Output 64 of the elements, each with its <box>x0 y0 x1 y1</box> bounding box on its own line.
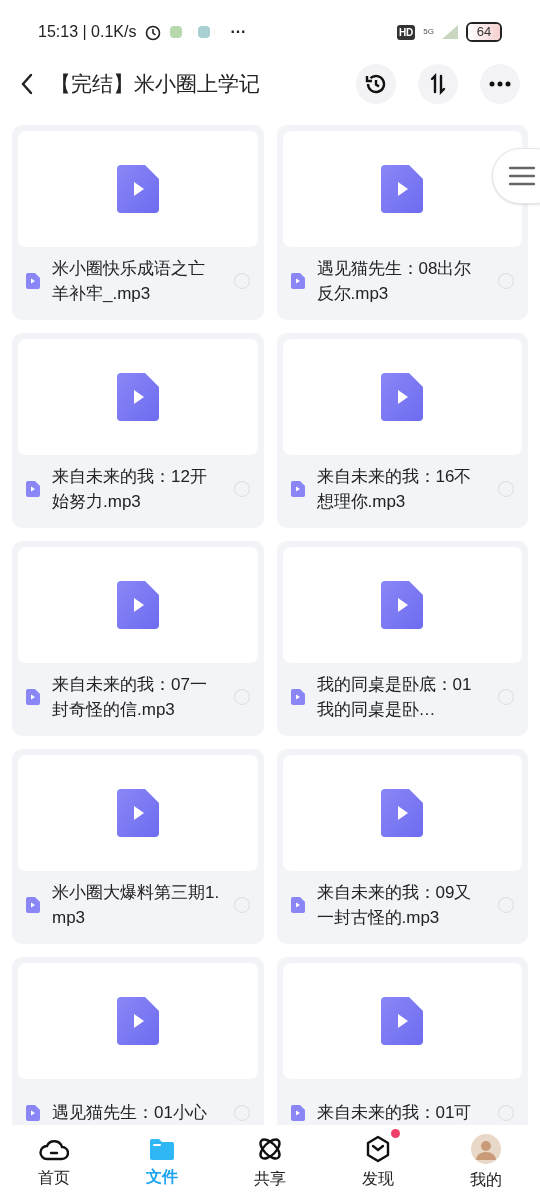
history-icon <box>364 72 388 96</box>
more-notifications: ··· <box>230 22 247 42</box>
file-card[interactable]: 来自未来的我：01可 <box>276 957 528 1125</box>
audio-file-icon <box>381 373 424 421</box>
audio-file-icon <box>26 896 40 913</box>
audio-file-icon <box>116 373 159 421</box>
file-name: 遇见猫先生：01小心 <box>52 1102 208 1124</box>
file-card[interactable]: 来自未来的我：16不想理你.mp3 <box>276 333 528 528</box>
app-icon <box>198 26 211 38</box>
alarm-icon <box>144 23 163 41</box>
file-card[interactable]: 米小圈大爆料第三期1.mp3 <box>12 749 264 944</box>
audio-file-icon <box>290 896 305 913</box>
audio-file-icon <box>26 1104 40 1121</box>
more-button[interactable] <box>480 64 520 104</box>
audio-file-icon <box>381 997 424 1045</box>
file-card[interactable]: 我的同桌是卧底：01我的同桌是卧… <box>276 541 528 736</box>
page-title: 【完结】米小圈上学记 <box>50 71 260 98</box>
menu-icon <box>509 166 535 186</box>
file-card[interactable]: 来自未来的我：07一封奇怪的信.mp3 <box>12 541 264 736</box>
audio-file-icon <box>116 581 159 629</box>
audio-file-icon <box>26 272 40 289</box>
file-name: 遇见猫先生：08出尔反尔.mp3 <box>316 257 473 305</box>
nav-tab[interactable]: 发现 <box>324 1125 432 1200</box>
file-name: 来自未来的我：07一封奇怪的信.mp3 <box>52 673 208 721</box>
nav-tab[interactable]: 我的 <box>432 1125 540 1200</box>
file-name: 米小圈快乐成语之亡羊补牢_.mp3 <box>52 257 206 305</box>
signal-icon <box>442 25 458 39</box>
audio-file-icon <box>381 165 424 213</box>
more-icon <box>489 81 511 87</box>
hexagon-icon <box>365 1134 391 1163</box>
hd-indicator: HD <box>396 24 416 40</box>
file-name: 来自未来的我：12开始努力.mp3 <box>52 465 208 513</box>
file-name: 我的同桌是卧底：01我的同桌是卧… <box>316 673 473 721</box>
back-icon[interactable] <box>20 73 34 95</box>
app-icon <box>170 26 183 38</box>
audio-file-icon <box>116 165 159 213</box>
nav-tab[interactable]: 共享 <box>216 1125 324 1200</box>
audio-file-icon <box>116 997 159 1045</box>
audio-file-icon <box>290 688 305 705</box>
audio-file-icon <box>381 789 424 837</box>
file-card[interactable]: 遇见猫先生：01小心 <box>12 957 264 1125</box>
file-card[interactable]: 米小圈快乐成语之亡羊补牢_.mp3 <box>12 125 264 320</box>
status-time: 15:13 | 0.1K/s <box>38 22 137 42</box>
file-name: 来自未来的我：16不想理你.mp3 <box>316 465 473 513</box>
file-name: 米小圈大爆料第三期1.mp3 <box>52 881 221 929</box>
audio-file-icon <box>290 272 305 289</box>
avatar-icon <box>471 1133 501 1164</box>
file-name: 来自未来的我：01可 <box>316 1102 473 1124</box>
audio-file-icon <box>290 480 305 497</box>
nav-tab[interactable]: 首页 <box>0 1125 108 1200</box>
audio-file-icon <box>290 1104 305 1121</box>
sort-button[interactable] <box>418 64 458 104</box>
battery-indicator: 64 <box>466 22 502 42</box>
file-name: 来自未来的我：09又一封古怪的.mp3 <box>316 881 473 929</box>
network-indicator: 5G <box>423 28 434 36</box>
file-card[interactable]: 遇见猫先生：08出尔反尔.mp3 <box>276 125 528 320</box>
audio-file-icon <box>26 480 40 497</box>
file-card[interactable]: 来自未来的我：09又一封古怪的.mp3 <box>276 749 528 944</box>
audio-file-icon <box>26 688 40 705</box>
folder-icon <box>148 1136 176 1161</box>
audio-file-icon <box>381 581 424 629</box>
history-button[interactable] <box>356 64 396 104</box>
audio-file-icon <box>116 789 159 837</box>
file-card[interactable]: 来自未来的我：12开始努力.mp3 <box>12 333 264 528</box>
